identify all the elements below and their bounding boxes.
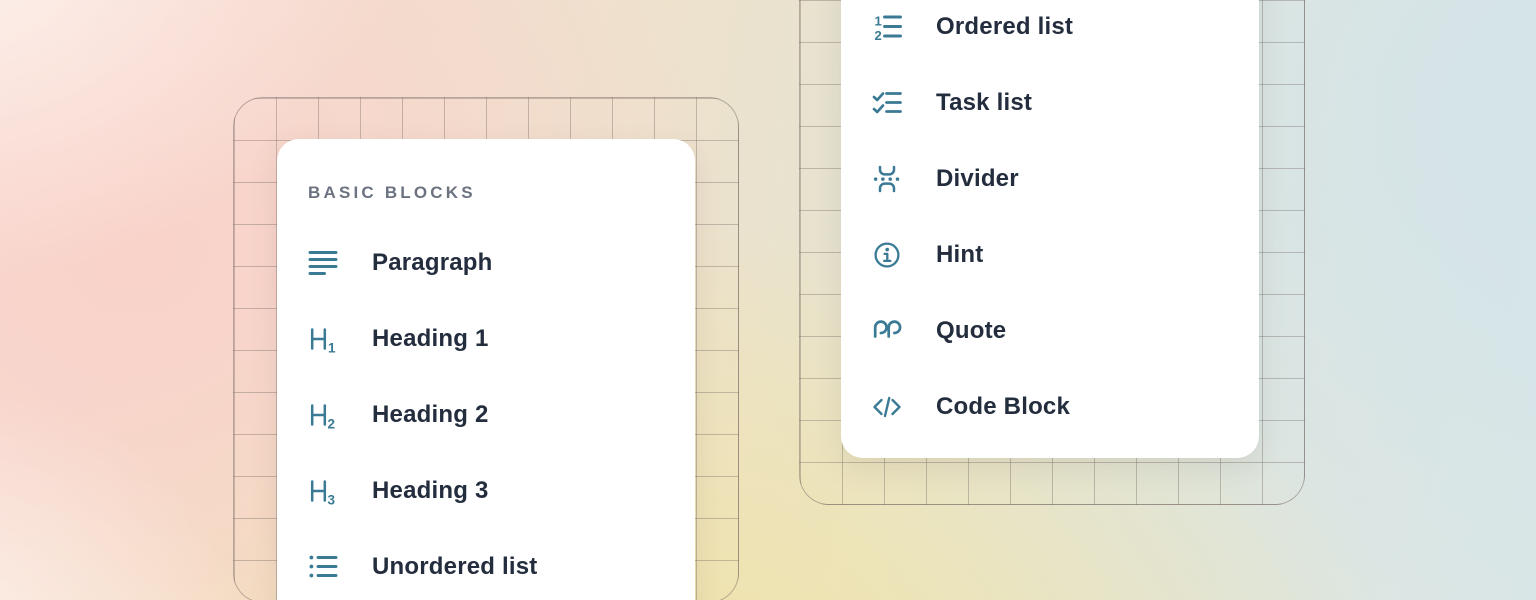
basic-blocks-menu: BASIC BLOCKS Paragraph [277,139,695,600]
menu-item-ordered-list[interactable]: 1 2 Ordered list [841,0,1259,65]
menu-item-label: Hint [936,241,983,269]
menu-item-quote[interactable]: Quote [841,293,1259,369]
menu-item-label: Unordered list [372,553,538,581]
menu-item-label: Code Block [936,393,1070,421]
menu-item-label: Heading 2 [372,401,489,429]
heading-2-icon: 2 [308,400,338,430]
task-list-icon [872,88,902,118]
menu-item-label: Quote [936,317,1006,345]
unordered-list-icon [308,552,338,582]
heading-3-icon: 3 [308,476,338,506]
menu-item-code-block[interactable]: Code Block [841,369,1259,445]
ordered-list-icon: 1 2 [872,12,902,42]
blocks-menu-right: 1 2 Ordered list [841,0,1259,458]
quote-icon [872,316,902,346]
heading-1-icon: 1 [308,324,338,354]
menu-item-task-list[interactable]: Task list [841,65,1259,141]
menu-item-divider[interactable]: Divider [841,141,1259,217]
menu-item-unordered-list[interactable]: Unordered list [277,529,695,600]
svg-text:1: 1 [875,14,882,29]
hint-icon [872,240,902,270]
menu-item-label: Heading 1 [372,325,489,353]
paragraph-icon [308,248,338,278]
menu-item-label: Ordered list [936,13,1073,41]
svg-text:2: 2 [328,417,336,431]
menu-item-paragraph[interactable]: Paragraph [277,225,695,301]
svg-text:1: 1 [328,341,336,355]
divider-icon [872,164,902,194]
menu-item-heading-3[interactable]: 3 Heading 3 [277,453,695,529]
menu-item-heading-1[interactable]: 1 Heading 1 [277,301,695,377]
menu-item-label: Paragraph [372,249,493,277]
menu-item-heading-2[interactable]: 2 Heading 2 [277,377,695,453]
section-label: BASIC BLOCKS [308,177,695,209]
menu-item-label: Divider [936,165,1019,193]
svg-text:2: 2 [875,28,882,42]
code-block-icon [872,392,902,422]
menu-item-label: Heading 3 [372,477,489,505]
basic-blocks-items: Paragraph 1 Heading 1 [277,225,695,600]
menu-item-hint[interactable]: Hint [841,217,1259,293]
menu-item-label: Task list [936,89,1032,117]
svg-text:3: 3 [328,493,336,507]
blocks-items-right: 1 2 Ordered list [841,0,1259,445]
background: BASIC BLOCKS Paragraph [0,0,1536,600]
